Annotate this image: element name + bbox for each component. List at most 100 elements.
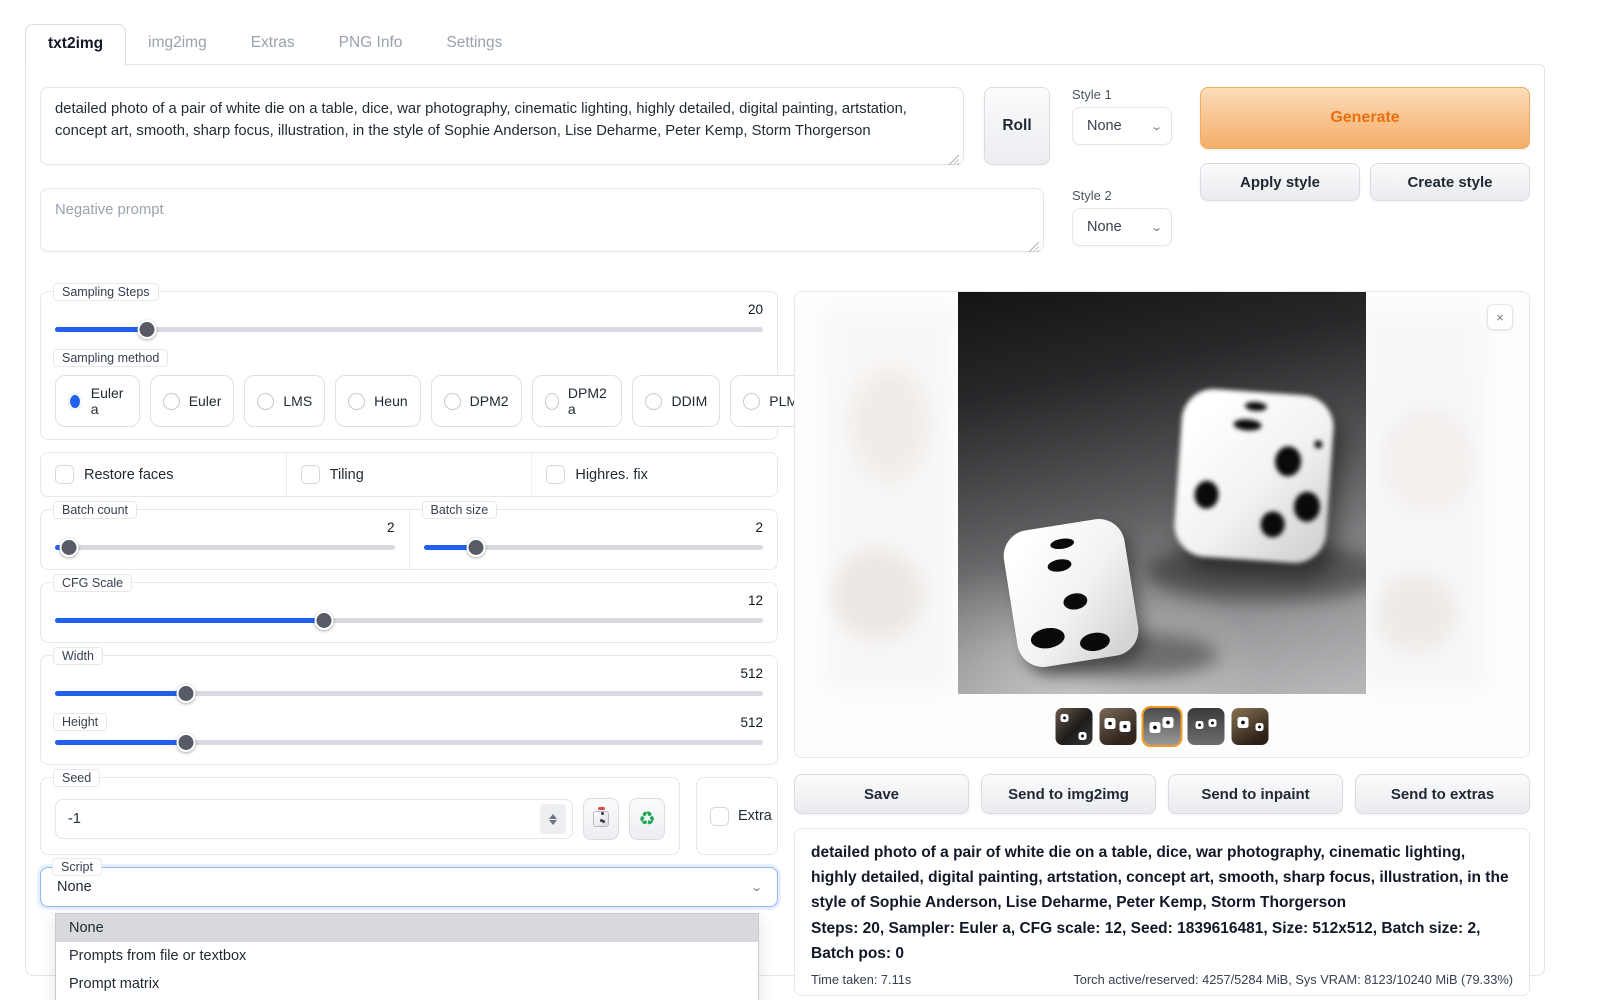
height-slider[interactable] <box>55 732 763 752</box>
tab-img2img[interactable]: img2img <box>126 24 229 65</box>
negative-prompt-input[interactable] <box>40 188 1044 252</box>
save-button[interactable]: Save <box>794 774 969 814</box>
gallery-blur-right <box>1360 310 1485 689</box>
thumbnail-2[interactable] <box>1100 708 1137 745</box>
radio-icon <box>645 393 662 410</box>
time-taken-text: Time taken: 7.11s <box>811 972 911 987</box>
tab-settings[interactable]: Settings <box>424 24 524 65</box>
seed-panel: Seed -1 ♻ <box>40 777 680 855</box>
script-option-none[interactable]: None <box>56 914 758 942</box>
slider-thumb[interactable] <box>467 538 486 557</box>
restore-faces-checkbox[interactable] <box>55 465 74 484</box>
radio-dpm2[interactable]: DPM2 <box>431 375 522 427</box>
radio-icon <box>545 393 559 410</box>
thumbnail-strip <box>1056 708 1269 745</box>
radio-lms[interactable]: LMS <box>244 375 325 427</box>
thumbnail-1[interactable] <box>1056 708 1093 745</box>
width-slider[interactable] <box>55 683 763 703</box>
batch-count-slider[interactable] <box>55 537 395 557</box>
slider-thumb[interactable] <box>176 684 195 703</box>
seed-value: -1 <box>68 811 81 827</box>
style2-select[interactable]: None ⌄ <box>1072 208 1172 246</box>
script-option-prompt-matrix[interactable]: Prompt matrix <box>56 970 758 998</box>
slider-thumb[interactable] <box>59 538 78 557</box>
radio-euler[interactable]: Euler <box>150 375 235 427</box>
sampling-steps-label: Sampling Steps <box>53 283 159 301</box>
extra-checkbox[interactable] <box>710 807 729 826</box>
cfg-panel: CFG Scale 12 <box>40 582 778 643</box>
sampling-method-group: Euler a Euler LMS Heun <box>55 375 763 427</box>
seed-label: Seed <box>53 769 100 787</box>
radio-icon <box>743 393 760 410</box>
batch-size-slider[interactable] <box>424 537 764 557</box>
gallery-blur-left <box>827 310 952 689</box>
prompt-input[interactable]: detailed photo of a pair of white die on… <box>40 87 964 165</box>
script-option-prompts-from-file[interactable]: Prompts from file or textbox <box>56 942 758 970</box>
batch-panel: Batch count 2 Batch size 2 <box>40 509 778 570</box>
output-params-text: Steps: 20, Sampler: Euler a, CFG scale: … <box>811 917 1513 967</box>
thumbnail-3-selected[interactable] <box>1144 708 1181 745</box>
generate-button[interactable]: Generate <box>1200 87 1530 149</box>
sampling-panel: Sampling Steps 20 Sampling method Euler … <box>40 291 778 440</box>
radio-heun[interactable]: Heun <box>335 375 420 427</box>
send-to-extras-button[interactable]: Send to extras <box>1355 774 1530 814</box>
radio-ddim[interactable]: DDIM <box>632 375 720 427</box>
radio-icon <box>444 393 461 410</box>
close-icon[interactable]: × <box>1487 304 1513 330</box>
send-to-inpaint-button[interactable]: Send to inpaint <box>1168 774 1343 814</box>
send-to-img2img-button[interactable]: Send to img2img <box>981 774 1156 814</box>
reuse-seed-button[interactable]: ♻ <box>629 798 665 840</box>
style1-select[interactable]: None ⌄ <box>1072 107 1172 145</box>
radio-icon <box>163 393 180 410</box>
chevron-down-icon: ⌄ <box>1150 221 1163 234</box>
highres-fix-checkbox[interactable] <box>546 465 565 484</box>
apply-style-button[interactable]: Apply style <box>1200 163 1360 201</box>
slider-thumb[interactable] <box>315 611 334 630</box>
cfg-scale-slider[interactable] <box>55 610 763 630</box>
sampling-steps-value: 20 <box>55 302 763 317</box>
options-row: Restore faces Tiling Highres. fix <box>40 452 778 497</box>
cfg-scale-label: CFG Scale <box>53 574 132 592</box>
style2-label: Style 2 <box>1072 188 1172 203</box>
script-select[interactable]: None ⌄ <box>40 867 778 907</box>
script-label: Script <box>52 858 102 876</box>
slider-thumb[interactable] <box>138 320 157 339</box>
create-style-button[interactable]: Create style <box>1370 163 1530 201</box>
roll-button[interactable]: Roll <box>984 87 1050 165</box>
tab-txt2img[interactable]: txt2img <box>25 24 126 66</box>
tab-extras[interactable]: Extras <box>229 24 317 65</box>
tab-png-info[interactable]: PNG Info <box>317 24 425 65</box>
batch-count-label: Batch count <box>53 501 137 519</box>
highres-fix-option[interactable]: Highres. fix <box>531 453 777 496</box>
radio-dpm2-a[interactable]: DPM2 a <box>532 375 623 427</box>
generated-image[interactable] <box>958 292 1366 694</box>
slider-thumb[interactable] <box>176 733 195 752</box>
output-gallery: × <box>794 291 1530 758</box>
tiling-option[interactable]: Tiling <box>286 453 532 496</box>
width-label: Width <box>53 647 103 665</box>
chevron-down-icon: ⌄ <box>1150 120 1163 133</box>
width-value: 512 <box>55 666 763 681</box>
style1-value: None <box>1087 118 1122 134</box>
sampling-steps-slider[interactable] <box>55 319 763 339</box>
radio-icon <box>348 393 365 410</box>
gallery-actions: Save Send to img2img Send to inpaint Sen… <box>794 774 1530 814</box>
tiling-checkbox[interactable] <box>301 465 320 484</box>
thumbnail-4[interactable] <box>1188 708 1225 745</box>
extra-seed-panel[interactable]: Extra <box>696 777 778 855</box>
radio-euler-a[interactable]: Euler a <box>55 375 140 427</box>
txt2img-app: txt2img img2img Extras PNG Info Settings… <box>0 0 1600 1000</box>
thumbnail-5[interactable] <box>1232 708 1269 745</box>
script-dropdown: None Prompts from file or textbox Prompt… <box>55 913 759 1000</box>
script-panel: Script None ⌄ None Prompts from file or … <box>40 867 778 907</box>
random-seed-button[interactable] <box>583 798 619 840</box>
style1-label: Style 1 <box>1072 87 1172 102</box>
die-left <box>1000 515 1142 670</box>
seed-input[interactable]: -1 <box>55 799 573 839</box>
seed-stepper[interactable] <box>540 804 566 834</box>
style2-value: None <box>1087 219 1122 235</box>
height-label: Height <box>53 713 107 731</box>
height-value: 512 <box>55 715 763 730</box>
restore-faces-option[interactable]: Restore faces <box>41 453 286 496</box>
sampling-method-label: Sampling method <box>53 349 168 367</box>
